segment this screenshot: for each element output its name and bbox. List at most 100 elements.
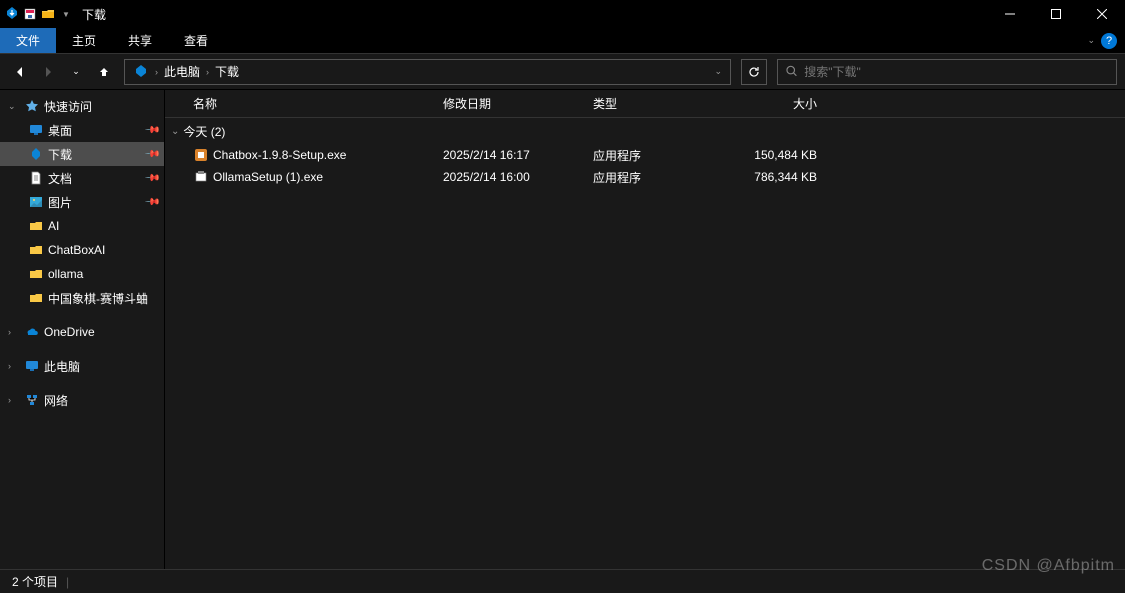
- folder-icon: [28, 266, 44, 282]
- sidebar-desktop[interactable]: 桌面 📌: [0, 118, 164, 142]
- sidebar-item-label: 图片: [48, 194, 142, 211]
- exe-icon: [193, 147, 209, 163]
- sidebar-item-label: 此电脑: [44, 358, 164, 375]
- sidebar-item-label: 快速访问: [44, 98, 164, 115]
- nav-row: ⌄ › 此电脑 › 下载 ⌄: [0, 54, 1125, 90]
- column-size[interactable]: 大小: [710, 95, 825, 112]
- column-headers: 名称 修改日期 类型 大小: [165, 90, 1125, 118]
- sidebar-pictures[interactable]: 图片 📌: [0, 190, 164, 214]
- exe-icon: [193, 169, 209, 185]
- sidebar-item-label: ChatBoxAI: [48, 243, 164, 257]
- chevron-down-icon[interactable]: ⌄: [8, 101, 20, 112]
- window-title: 下载: [82, 6, 106, 23]
- tab-home[interactable]: 主页: [56, 28, 112, 53]
- file-row[interactable]: Chatbox-1.9.8-Setup.exe 2025/2/14 16:17应用…: [165, 144, 1125, 166]
- sidebar-folder-chess[interactable]: 中国象棋-赛博斗蛐: [0, 286, 164, 310]
- sidebar-folder-ai[interactable]: AI: [0, 214, 164, 238]
- file-size: 786,344 KB: [710, 170, 825, 184]
- minimize-button[interactable]: [987, 0, 1033, 28]
- ribbon-expand-icon[interactable]: ⌄: [1087, 35, 1095, 46]
- help-icon[interactable]: ?: [1101, 33, 1117, 49]
- sidebar-this-pc[interactable]: › 此电脑: [0, 354, 164, 378]
- back-button[interactable]: [8, 60, 32, 84]
- content-pane: 名称 修改日期 类型 大小 ⌄ 今天 (2) Chatbox-1.9.8-Set…: [164, 90, 1125, 569]
- pc-icon: [24, 358, 40, 374]
- sidebar-item-label: 下载: [48, 146, 142, 163]
- sidebar-item-label: OneDrive: [44, 325, 164, 339]
- pin-icon: 📌: [143, 122, 160, 139]
- breadcrumb-root-icon[interactable]: [129, 64, 153, 80]
- breadcrumb-downloads[interactable]: 下载: [211, 63, 243, 80]
- file-date: 2025/2/14 16:17: [435, 148, 585, 162]
- sidebar-folder-ollama[interactable]: ollama: [0, 262, 164, 286]
- group-header[interactable]: ⌄ 今天 (2): [165, 118, 1125, 144]
- pin-icon: 📌: [143, 146, 160, 163]
- pin-icon: 📌: [143, 194, 160, 211]
- sidebar-item-label: ollama: [48, 267, 164, 281]
- tab-file[interactable]: 文件: [0, 28, 56, 53]
- sidebar-quick-access[interactable]: ⌄ 快速访问: [0, 94, 164, 118]
- search-box[interactable]: [777, 59, 1117, 85]
- desktop-icon: [28, 122, 44, 138]
- titlebar: ▼ 下载: [0, 0, 1125, 28]
- tab-view[interactable]: 查看: [168, 28, 224, 53]
- downloads-icon: [28, 146, 44, 162]
- maximize-button[interactable]: [1033, 0, 1079, 28]
- file-date: 2025/2/14 16:00: [435, 170, 585, 184]
- refresh-button[interactable]: [741, 59, 767, 85]
- breadcrumb-pc[interactable]: 此电脑: [160, 63, 204, 80]
- sidebar: ⌄ 快速访问 桌面 📌 下载 📌 文档 📌 图片 📌 AI: [0, 90, 164, 569]
- qat-dropdown-icon[interactable]: ▼: [58, 6, 74, 22]
- folder-icon: [28, 290, 44, 306]
- file-row[interactable]: OllamaSetup (1).exe 2025/2/14 16:00应用程序78…: [165, 166, 1125, 188]
- file-name: OllamaSetup (1).exe: [213, 170, 323, 184]
- forward-button[interactable]: [36, 60, 60, 84]
- sidebar-item-label: 中国象棋-赛博斗蛐: [48, 290, 164, 307]
- sidebar-item-label: 桌面: [48, 122, 142, 139]
- column-name[interactable]: 名称: [185, 95, 435, 112]
- column-type[interactable]: 类型: [585, 95, 710, 112]
- status-count: 2 个项目: [12, 573, 58, 590]
- address-bar[interactable]: › 此电脑 › 下载 ⌄: [124, 59, 731, 85]
- breadcrumb-sep-icon[interactable]: ›: [153, 67, 160, 77]
- file-size: 150,484 KB: [710, 148, 825, 162]
- pin-icon: 📌: [143, 170, 160, 187]
- folder-icon: [28, 218, 44, 234]
- close-button[interactable]: [1079, 0, 1125, 28]
- sidebar-documents[interactable]: 文档 📌: [0, 166, 164, 190]
- chevron-right-icon[interactable]: ›: [8, 395, 20, 405]
- file-type: 应用程序: [585, 169, 710, 186]
- recent-dropdown[interactable]: ⌄: [64, 60, 88, 84]
- folder-icon: [28, 242, 44, 258]
- chevron-right-icon[interactable]: ›: [8, 361, 20, 371]
- sidebar-onedrive[interactable]: › OneDrive: [0, 320, 164, 344]
- pictures-icon: [28, 194, 44, 210]
- ribbon-tabs: 文件 主页 共享 查看 ⌄ ?: [0, 28, 1125, 54]
- address-dropdown-icon[interactable]: ⌄: [714, 66, 722, 77]
- app-icon: [4, 6, 20, 22]
- group-label: 今天 (2): [183, 123, 225, 140]
- breadcrumb-sep-icon[interactable]: ›: [204, 67, 211, 77]
- star-icon: [24, 98, 40, 114]
- file-name: Chatbox-1.9.8-Setup.exe: [213, 148, 346, 162]
- sidebar-network[interactable]: › 网络: [0, 388, 164, 412]
- up-button[interactable]: [92, 60, 116, 84]
- search-icon: [786, 65, 798, 78]
- chevron-down-icon: ⌄: [171, 126, 179, 137]
- tab-share[interactable]: 共享: [112, 28, 168, 53]
- onedrive-icon: [24, 324, 40, 340]
- sidebar-item-label: AI: [48, 219, 164, 233]
- network-icon: [24, 392, 40, 408]
- statusbar: 2 个项目 |: [0, 569, 1125, 593]
- sidebar-folder-chatboxai[interactable]: ChatBoxAI: [0, 238, 164, 262]
- column-date[interactable]: 修改日期: [435, 95, 585, 112]
- file-type: 应用程序: [585, 147, 710, 164]
- sidebar-item-label: 网络: [44, 392, 164, 409]
- sidebar-item-label: 文档: [48, 170, 142, 187]
- qat-folder-icon[interactable]: [40, 6, 56, 22]
- chevron-right-icon[interactable]: ›: [8, 327, 20, 337]
- qat-save-icon[interactable]: [22, 6, 38, 22]
- search-input[interactable]: [804, 65, 1108, 79]
- status-divider: |: [66, 575, 69, 589]
- sidebar-downloads[interactable]: 下载 📌: [0, 142, 164, 166]
